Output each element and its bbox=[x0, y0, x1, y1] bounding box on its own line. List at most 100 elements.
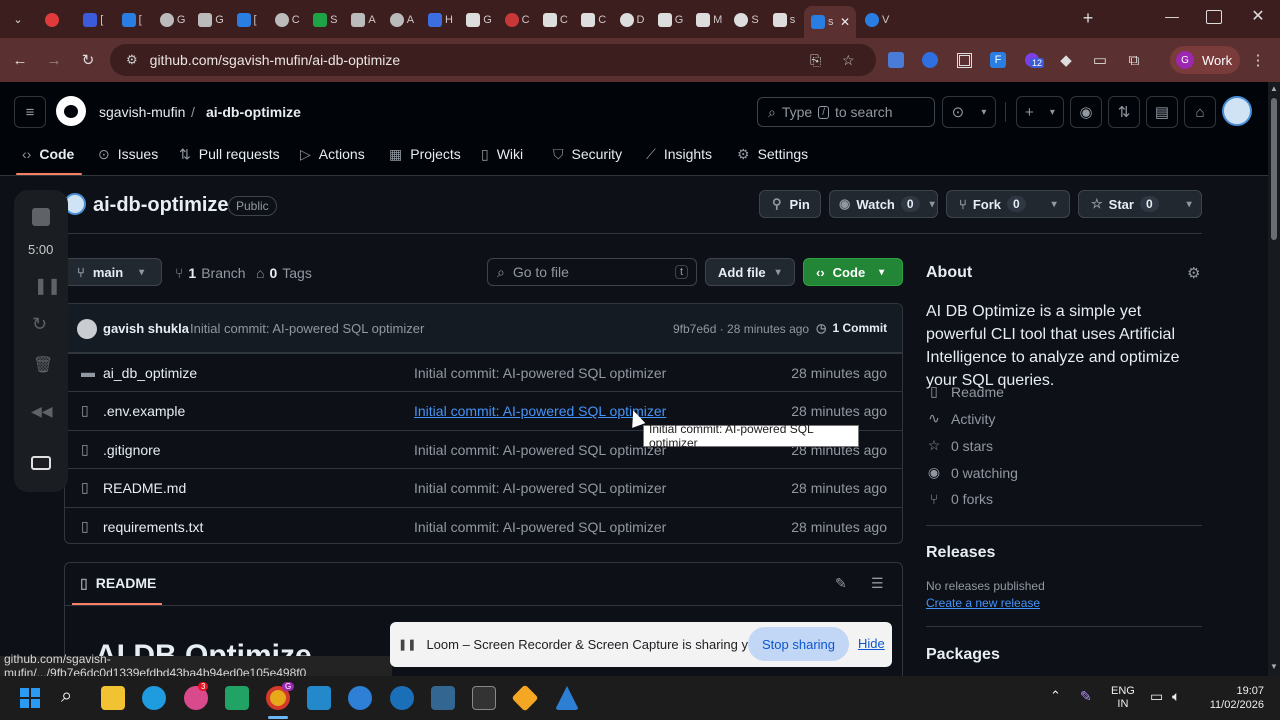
forks-link[interactable]: ⑂ 0 forks bbox=[926, 491, 993, 507]
readme-tab[interactable]: ▯ README bbox=[80, 575, 156, 592]
language-indicator[interactable]: ENG IN bbox=[1111, 685, 1135, 711]
repositories-icon[interactable]: ▤ bbox=[1146, 96, 1178, 128]
loom-pause-icon[interactable]: ❚❚ bbox=[34, 276, 61, 296]
site-info-icon[interactable]: ⚙ bbox=[126, 52, 138, 68]
tab-projects[interactable]: ▦ Projects bbox=[389, 144, 461, 164]
azure-icon[interactable] bbox=[555, 686, 579, 710]
file-name-link[interactable]: ai_db_optimize bbox=[103, 365, 197, 381]
file-commit-message[interactable]: Initial commit: AI-powered SQL optimizer bbox=[414, 519, 666, 535]
browser-tab[interactable]: C bbox=[268, 6, 306, 34]
outline-icon[interactable]: ☰ bbox=[871, 575, 884, 592]
code-button[interactable]: ‹› Code ▾ bbox=[803, 258, 903, 286]
scroll-thumb[interactable] bbox=[1271, 98, 1277, 240]
browser-tab[interactable]: [ bbox=[76, 6, 114, 34]
tab-wiki[interactable]: ▯ Wiki bbox=[481, 144, 523, 164]
issues-icon[interactable]: ◉ bbox=[1070, 96, 1102, 128]
browser-tab[interactable]: G bbox=[459, 6, 497, 34]
go-to-file-input[interactable]: ⌕ Go to file t bbox=[487, 258, 697, 286]
file-explorer-icon[interactable] bbox=[101, 686, 125, 710]
tags-link[interactable]: ⌂ 0 Tags bbox=[256, 265, 312, 281]
maximize-icon[interactable] bbox=[1206, 10, 1222, 24]
file-row[interactable]: ▬ ai_db_optimize Initial commit: AI-powere… bbox=[65, 353, 902, 391]
install-app-icon[interactable]: ⎘ bbox=[810, 52, 821, 69]
browser-tab[interactable]: A bbox=[344, 6, 382, 34]
browser-tab[interactable]: s bbox=[766, 6, 804, 34]
copilot-button[interactable]: ⊙ ▾ bbox=[942, 96, 996, 128]
tab-issues[interactable]: ⊙ Issues bbox=[98, 144, 158, 164]
edge-icon[interactable] bbox=[142, 686, 166, 710]
fork-button[interactable]: ⑂ Fork 0 ▾ bbox=[946, 190, 1070, 218]
browser-tab[interactable] bbox=[38, 6, 76, 34]
repo-link[interactable]: ai-db-optimize bbox=[206, 104, 301, 120]
windows-start-icon[interactable] bbox=[20, 688, 40, 708]
browser-tab[interactable]: C bbox=[574, 6, 612, 34]
search-input[interactable]: ⌕ Type / to search bbox=[757, 97, 935, 127]
github-logo-icon[interactable] bbox=[56, 96, 86, 126]
file-row[interactable]: ▯ requirements.txt Initial commit: AI-powe… bbox=[65, 506, 902, 543]
browser-tab[interactable]: A bbox=[383, 6, 421, 34]
branch-selector[interactable]: ⑂ main ▾ bbox=[64, 258, 162, 286]
clock[interactable]: 19:07 11/02/2026 bbox=[1202, 684, 1264, 712]
scroll-up-icon[interactable]: ▲ bbox=[1270, 84, 1278, 93]
fork-chevron-icon[interactable]: ▾ bbox=[1052, 199, 1057, 210]
new-tab-icon[interactable]: + bbox=[1078, 8, 1098, 28]
readme-link[interactable]: ▯ Readme bbox=[926, 383, 1004, 400]
browser-tab[interactable]: C bbox=[498, 6, 536, 34]
profile-button[interactable]: G Work bbox=[1170, 46, 1240, 74]
star-button[interactable]: ☆ Star 0 ▾ bbox=[1078, 190, 1202, 218]
pull-requests-icon[interactable]: ⇅ bbox=[1108, 96, 1140, 128]
slack-icon[interactable]: 3 bbox=[184, 682, 209, 710]
excel-icon[interactable] bbox=[225, 686, 249, 710]
tab-insights[interactable]: ⟋ Insights bbox=[646, 144, 712, 164]
browser-tab[interactable]: S bbox=[306, 6, 344, 34]
author-avatar[interactable] bbox=[77, 319, 97, 339]
file-name-link[interactable]: .gitignore bbox=[103, 442, 161, 458]
commit-author[interactable]: gavish shukla bbox=[103, 321, 189, 336]
tab-code[interactable]: ‹› Code bbox=[22, 144, 74, 164]
extensions-puzzle-icon[interactable]: ⧉ bbox=[1124, 50, 1144, 70]
tray-chevron-icon[interactable]: ⌃ bbox=[1050, 688, 1061, 704]
loom-stop-icon[interactable] bbox=[32, 208, 50, 226]
browser-tab[interactable]: G bbox=[651, 6, 689, 34]
hide-sharing-button[interactable]: Hide bbox=[858, 636, 885, 651]
dev-tool-icon[interactable] bbox=[390, 686, 414, 710]
file-commit-message[interactable]: Initial commit: AI-powered SQL optimizer bbox=[414, 365, 666, 381]
watching-link[interactable]: ◉ 0 watching bbox=[926, 464, 1018, 481]
taskbar-search-icon[interactable]: ⌕ bbox=[61, 685, 72, 708]
stop-sharing-button[interactable]: Stop sharing bbox=[748, 627, 849, 661]
repo-title[interactable]: ai-db-optimize bbox=[93, 194, 229, 217]
network-app-icon[interactable] bbox=[348, 686, 372, 710]
forward-icon[interactable]: → bbox=[44, 50, 64, 70]
file-name-link[interactable]: README.md bbox=[103, 480, 186, 496]
owner-link[interactable]: sgavish-mufin bbox=[99, 104, 185, 120]
stars-link[interactable]: ☆ 0 stars bbox=[926, 437, 993, 454]
browser-tab[interactable]: M bbox=[689, 6, 727, 34]
create-release-link[interactable]: Create a new release bbox=[926, 596, 1040, 610]
browser-tab-active[interactable]: s ✕ bbox=[804, 6, 856, 38]
pause-sharing-icon[interactable]: ❚❚ bbox=[398, 638, 416, 651]
loom-delete-icon[interactable]: 🗑 bbox=[33, 355, 53, 375]
browser-tab[interactable]: [ bbox=[230, 6, 268, 34]
pin-button[interactable]: ⚲ Pin bbox=[759, 190, 821, 218]
browser-tab[interactable]: G bbox=[191, 6, 229, 34]
tab-actions[interactable]: ▷ Actions bbox=[300, 144, 365, 164]
tab-security[interactable]: ⛉ Security bbox=[553, 144, 622, 164]
commit-hash-time[interactable]: 9fb7e6d · 28 minutes ago bbox=[673, 322, 809, 336]
releases-title[interactable]: Releases bbox=[926, 544, 995, 562]
browser-tab[interactable]: V bbox=[858, 6, 896, 34]
translate-ext-icon[interactable] bbox=[886, 50, 906, 70]
create-new-button[interactable]: + ▾ bbox=[1016, 96, 1064, 128]
browser-tab[interactable]: C bbox=[536, 6, 574, 34]
volume-tray-icon[interactable]: 🔈︎ bbox=[1172, 688, 1180, 705]
file-commit-message[interactable]: Initial commit: AI-powered SQL optimizer bbox=[414, 480, 666, 496]
file-commit-message[interactable]: Initial commit: AI-powered SQL optimizer bbox=[414, 442, 666, 458]
diamond-ext-icon[interactable]: ◆ bbox=[1056, 50, 1076, 70]
close-window-icon[interactable]: ✕ bbox=[1248, 6, 1268, 26]
scroll-down-icon[interactable]: ▼ bbox=[1270, 662, 1278, 671]
tab-pull-requests[interactable]: ⇅ Pull requests bbox=[179, 144, 280, 164]
activity-link[interactable]: ∿ Activity bbox=[926, 410, 995, 427]
badge-ext-icon[interactable]: 12 bbox=[1022, 50, 1045, 70]
user-avatar[interactable] bbox=[1222, 96, 1252, 126]
back-icon[interactable]: ← bbox=[10, 50, 30, 70]
packages-title[interactable]: Packages bbox=[926, 646, 1000, 664]
